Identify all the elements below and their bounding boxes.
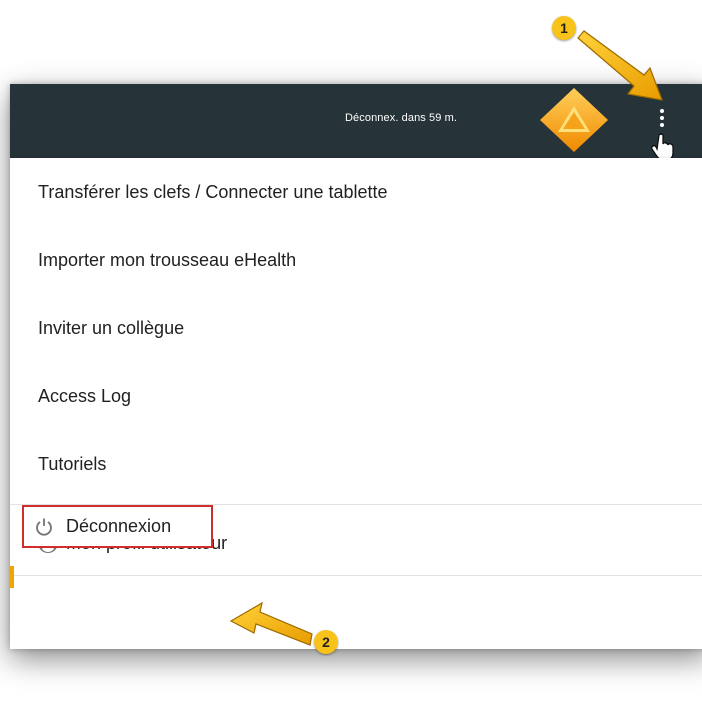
background-accent xyxy=(10,566,14,588)
menu-item-invite-colleague[interactable]: Inviter un collègue xyxy=(10,294,702,362)
step-badge-1: 1 xyxy=(552,16,576,40)
app-window: Déconnex. dans 59 m. Transférer les clef… xyxy=(10,84,702,649)
menu-divider xyxy=(10,575,702,576)
session-timer: Déconnex. dans 59 m. xyxy=(345,112,458,124)
menu-item-import-ehealth[interactable]: Importer mon trousseau eHealth xyxy=(10,226,702,294)
dropdown-menu: Transférer les clefs / Connecter une tab… xyxy=(10,158,702,649)
kebab-menu-icon[interactable] xyxy=(655,106,669,136)
top-bar: Déconnex. dans 59 m. xyxy=(10,84,702,161)
menu-item-tutorials[interactable]: Tutoriels xyxy=(10,430,702,498)
app-logo-icon xyxy=(540,88,608,152)
menu-item-transfer-keys[interactable]: Transférer les clefs / Connecter une tab… xyxy=(10,158,702,226)
hand-cursor-icon xyxy=(651,133,674,161)
logout-label: Déconnexion xyxy=(66,516,172,536)
power-icon xyxy=(36,518,52,536)
menu-item-access-log[interactable]: Access Log xyxy=(10,362,702,430)
step-badge-2: 2 xyxy=(314,630,338,654)
logout-button[interactable]: Déconnexion xyxy=(22,505,213,548)
